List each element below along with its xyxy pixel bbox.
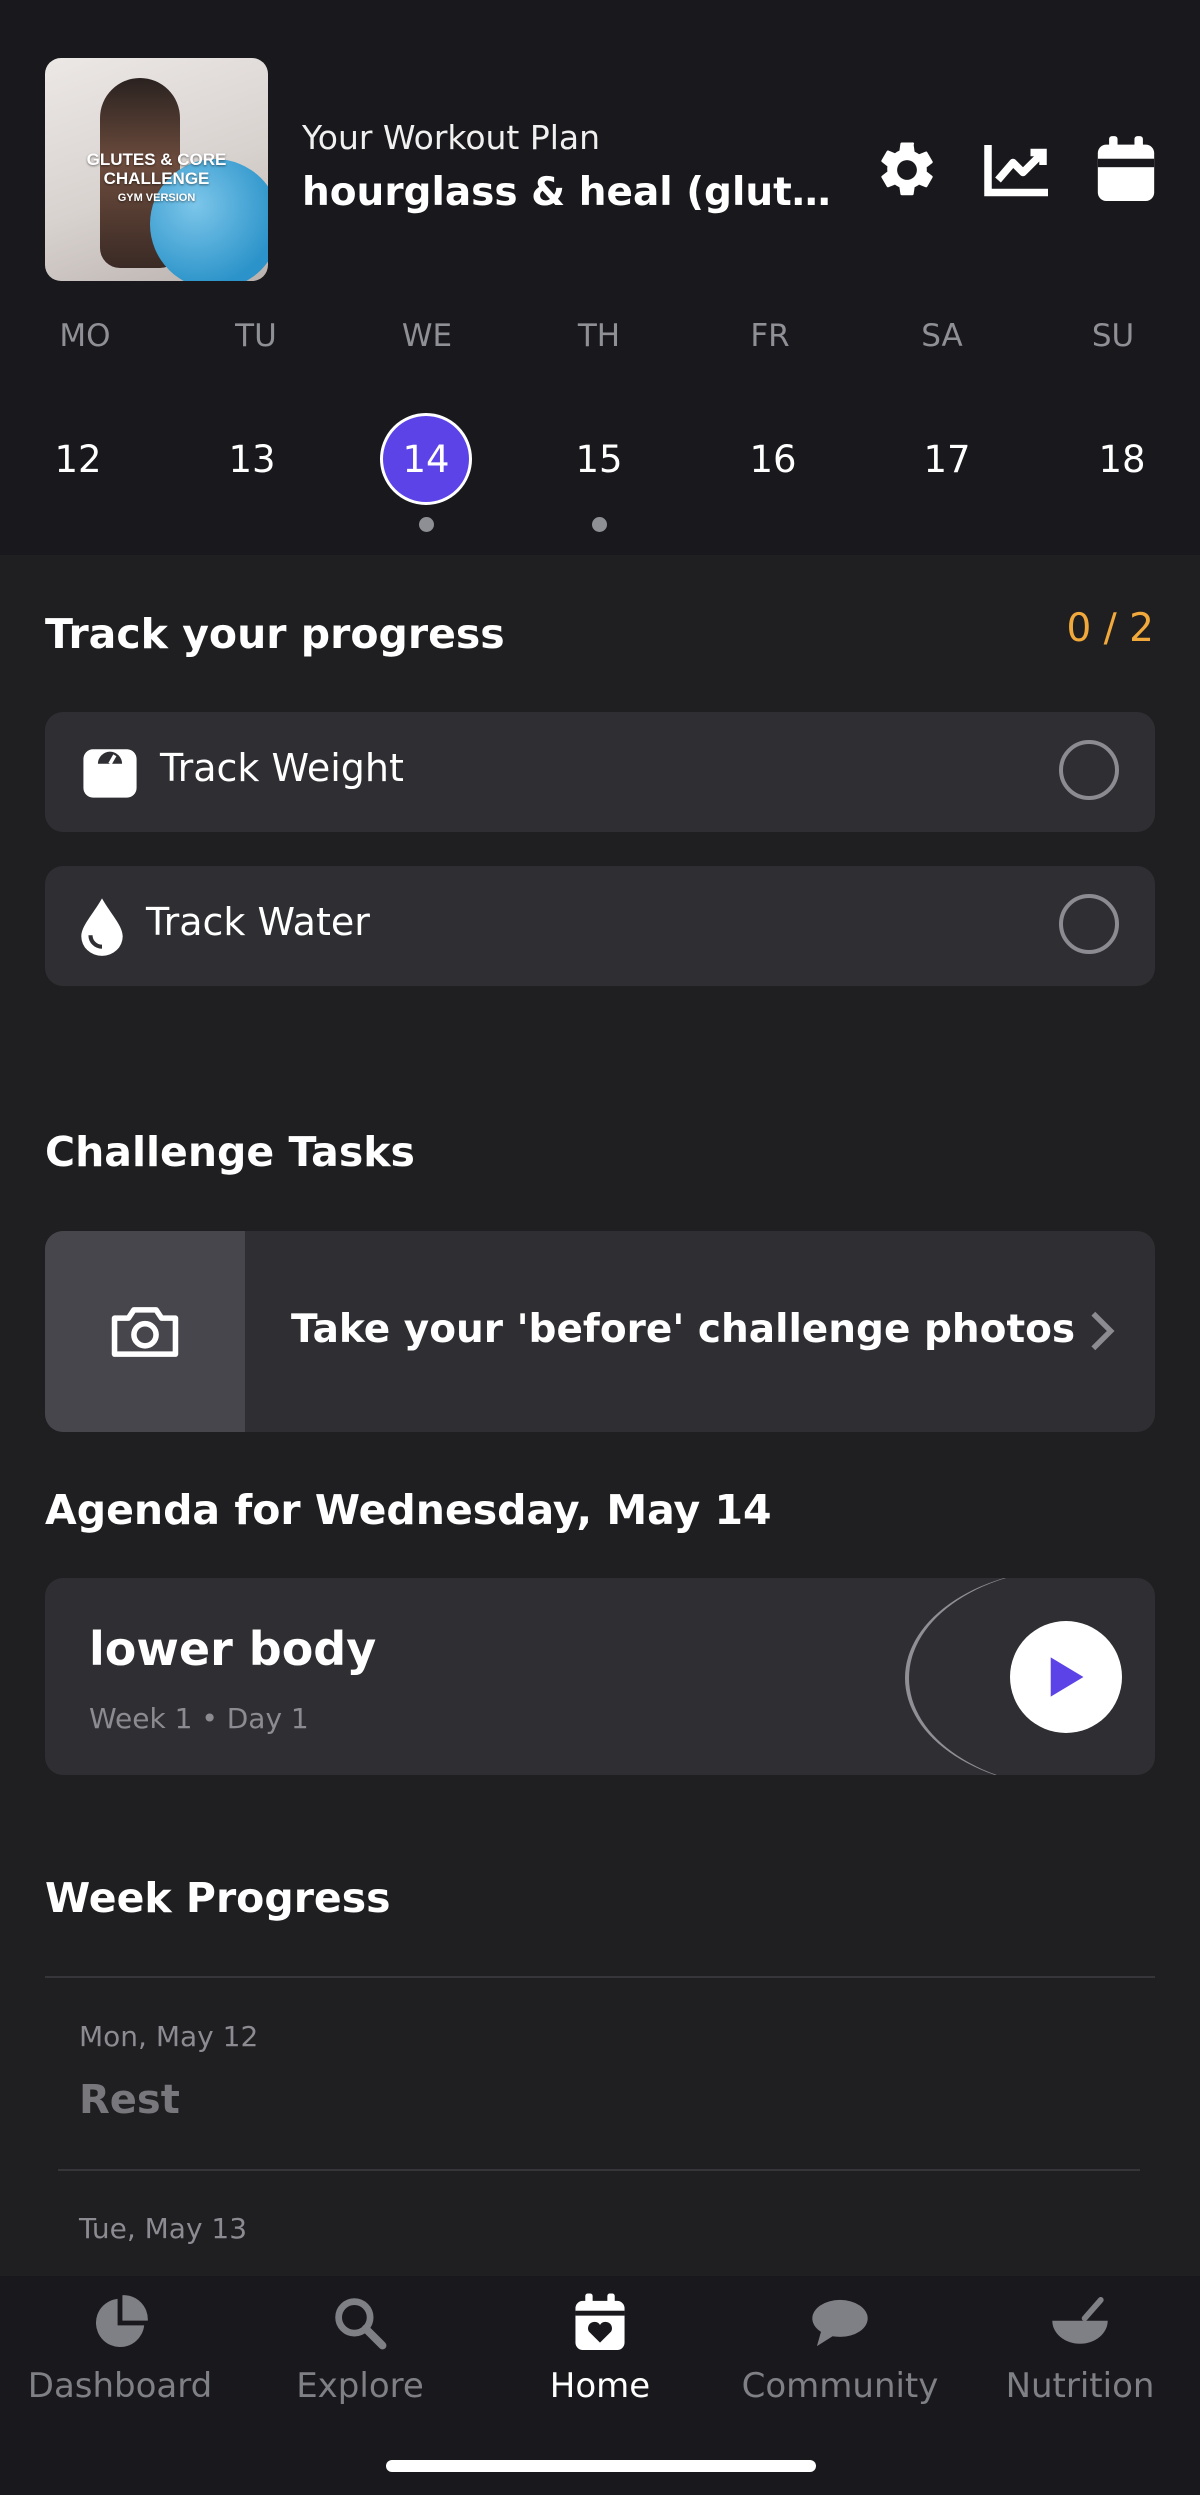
activity-dot (419, 517, 434, 532)
chat-bubble-icon (720, 2292, 960, 2354)
workout-card[interactable]: lower body Week 1 • Day 1 (45, 1578, 1155, 1775)
week-progress-title: Week Progress (45, 1874, 391, 1922)
tab-nutrition[interactable]: Nutrition (960, 2276, 1200, 2436)
search-icon (240, 2292, 480, 2354)
date-12[interactable]: 12 (32, 413, 124, 505)
challenge-tasks-title: Challenge Tasks (45, 1128, 415, 1176)
tab-dashboard[interactable]: Dashboard (0, 2276, 240, 2436)
track-water-checkbox[interactable] (1059, 894, 1119, 954)
weekday-label: FR (750, 318, 790, 354)
thumbnail-title: GLUTES & CORE CHALLENGE (86, 150, 227, 188)
week-progress-date: Tue, May 13 (79, 2212, 248, 2245)
divider (45, 1976, 1155, 1978)
play-icon (1050, 1657, 1084, 1697)
track-progress-count: 0 / 2 (1066, 606, 1154, 651)
chevron-right-icon (1089, 1309, 1115, 1357)
date-strip: 12 13 14 15 16 17 18 (0, 413, 1200, 543)
track-water-row[interactable]: Track Water (45, 866, 1155, 986)
weekday-label: WE (401, 318, 453, 354)
tab-home[interactable]: Home (480, 2276, 720, 2436)
date-16[interactable]: 16 (727, 413, 819, 505)
weekday-label: MO (59, 318, 111, 354)
tab-label: Explore (296, 2366, 424, 2406)
divider (58, 2169, 1140, 2171)
tab-label: Community (741, 2366, 939, 2406)
week-progress-date: Mon, May 12 (79, 2020, 259, 2053)
week-progress-status: Rest (79, 2077, 180, 2123)
before-photos-label: Take your 'before' challenge photos (291, 1307, 1076, 1352)
play-button[interactable] (1010, 1621, 1122, 1733)
track-weight-checkbox[interactable] (1059, 740, 1119, 800)
workout-title: lower body (89, 1622, 377, 1676)
track-water-label: Track Water (146, 900, 370, 944)
gear-icon[interactable] (872, 132, 942, 208)
plan-label: Your Workout Plan (302, 118, 601, 157)
plan-thumbnail[interactable]: GLUTES & CORE CHALLENGE GYM VERSION (45, 58, 268, 281)
calendar-icon[interactable] (1091, 132, 1161, 208)
scale-icon (81, 742, 139, 804)
date-18[interactable]: 18 (1076, 413, 1168, 505)
weekday-label: TH (577, 318, 621, 354)
tab-label: Dashboard (27, 2366, 213, 2406)
track-weight-label: Track Weight (160, 746, 404, 790)
date-14-selected[interactable]: 14 (380, 413, 472, 505)
tab-label: Home (549, 2366, 651, 2406)
track-weight-row[interactable]: Track Weight (45, 712, 1155, 832)
camera-icon (45, 1231, 245, 1432)
date-13[interactable]: 13 (206, 413, 298, 505)
before-photos-task[interactable]: Take your 'before' challenge photos (45, 1231, 1155, 1432)
agenda-title: Agenda for Wednesday, May 14 (45, 1486, 772, 1534)
track-progress-title: Track your progress (45, 610, 505, 658)
water-drop-icon (79, 896, 125, 960)
pie-chart-icon (0, 2292, 240, 2354)
activity-dot (592, 517, 607, 532)
home-indicator (386, 2460, 816, 2472)
weekday-label: SU (1091, 318, 1135, 354)
date-15[interactable]: 15 (553, 413, 645, 505)
chart-icon[interactable] (983, 132, 1053, 208)
header: GLUTES & CORE CHALLENGE GYM VERSION Your… (0, 0, 1200, 555)
plan-title[interactable]: hourglass & heal (glutes & core) (302, 170, 842, 215)
calendar-heart-icon (480, 2292, 720, 2354)
weekday-label: TU (235, 318, 277, 354)
weekday-label: SA (921, 318, 963, 354)
date-17[interactable]: 17 (901, 413, 993, 505)
bowl-icon (960, 2292, 1200, 2354)
tab-label: Nutrition (1005, 2366, 1155, 2406)
tab-explore[interactable]: Explore (240, 2276, 480, 2436)
tab-community[interactable]: Community (720, 2276, 960, 2436)
thumbnail-subtitle: GYM VERSION (117, 192, 196, 204)
weekday-labels: MO TU WE TH FR SA SU (0, 318, 1200, 358)
workout-subtitle: Week 1 • Day 1 (89, 1702, 309, 1735)
